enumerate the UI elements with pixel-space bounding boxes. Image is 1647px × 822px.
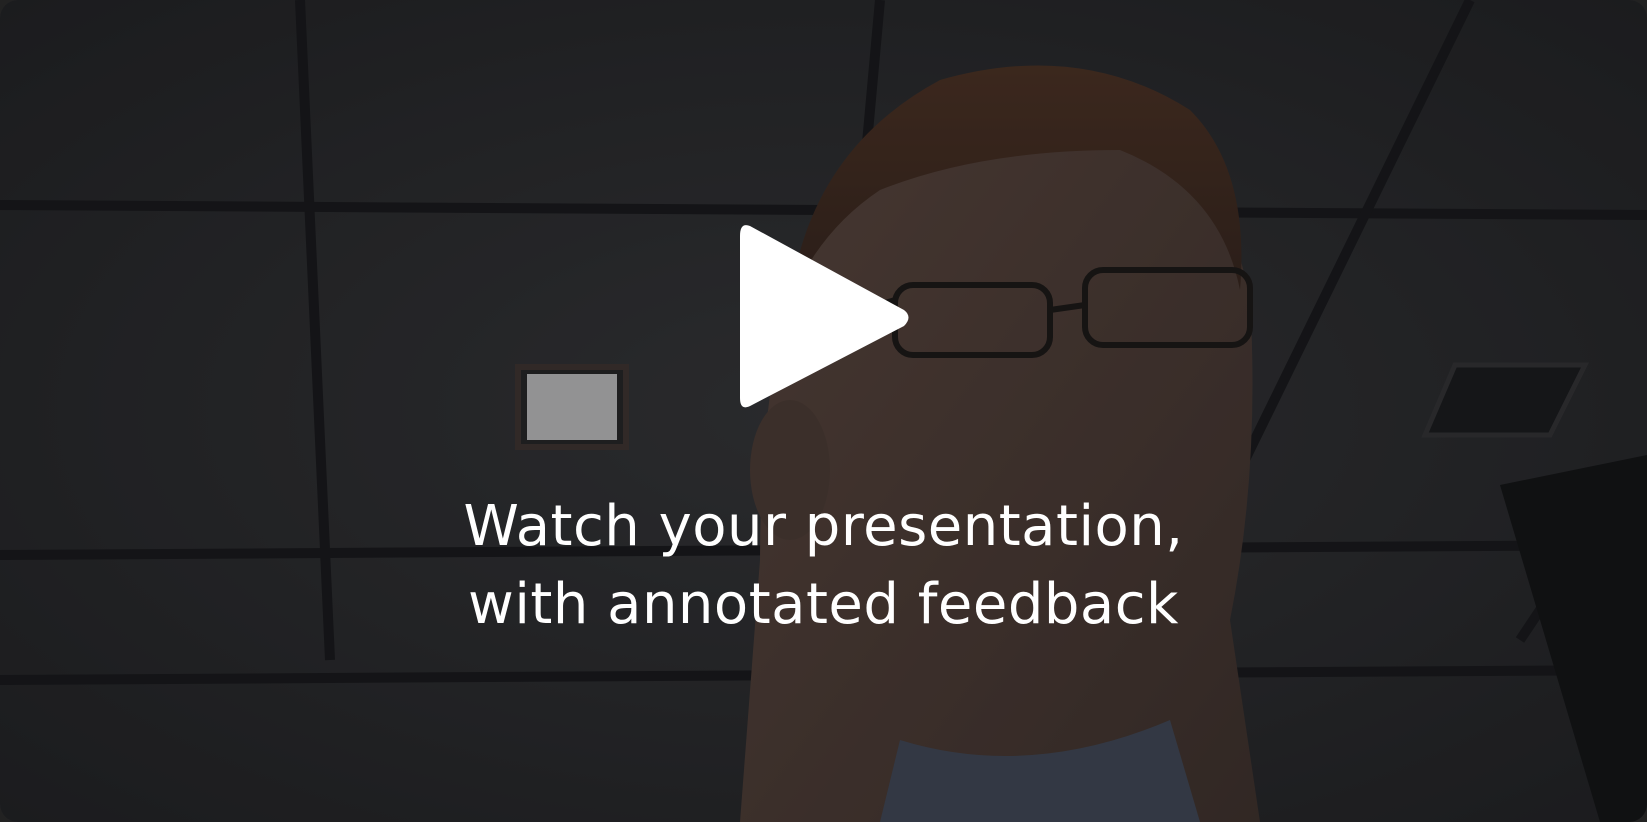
video-caption: Watch your presentation, with annotated … <box>0 488 1647 644</box>
caption-line-1: Watch your presentation, <box>463 494 1184 559</box>
caption-line-2: with annotated feedback <box>468 572 1179 637</box>
play-icon <box>740 225 909 408</box>
play-button[interactable] <box>738 222 913 412</box>
video-player[interactable]: Watch your presentation, with annotated … <box>0 0 1647 822</box>
